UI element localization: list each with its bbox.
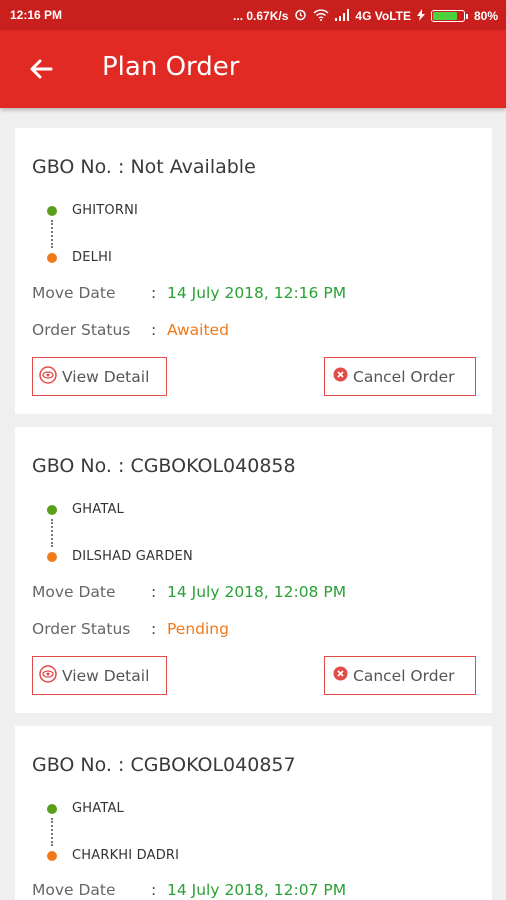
signal-icon	[335, 8, 350, 24]
cancel-order-button[interactable]: Cancel Order	[324, 656, 476, 695]
network-type: 4G VoLTE	[355, 9, 411, 23]
page-title: Plan Order	[102, 52, 240, 82]
battery-icon	[430, 10, 468, 22]
view-detail-button[interactable]: View Detail	[32, 357, 167, 396]
status-time: 12:16 PM	[10, 8, 63, 22]
cancel-order-label: Cancel Order	[353, 666, 455, 685]
charging-icon	[416, 8, 425, 24]
origin-dot	[47, 206, 57, 216]
destination-dot	[47, 851, 57, 861]
order-status-label: Order Status	[32, 321, 131, 339]
status-bar: 12:16 PM ... 0.67K/s 4G VoLTE 80%	[0, 0, 506, 30]
alarm-icon	[294, 8, 307, 24]
move-date-label: Move Date	[32, 881, 116, 899]
battery-percent: 80%	[473, 9, 498, 23]
order-card: GBO No. : CGBOKOL040857 GHATAL CHARKHI D…	[15, 726, 492, 900]
origin-dot	[47, 804, 57, 814]
origin-location: GHITORNI	[72, 203, 139, 218]
arrow-left-icon[interactable]	[24, 52, 58, 86]
gbo-number: GBO No. : CGBOKOL040858	[32, 455, 296, 477]
route-connector	[51, 818, 53, 846]
origin-dot	[47, 505, 57, 515]
network-speed: ... 0.67K/s	[233, 9, 289, 23]
colon: :	[151, 321, 157, 339]
app-bar: Plan Order	[0, 30, 506, 108]
destination-dot	[47, 253, 57, 263]
order-card: GBO No. : CGBOKOL040858 GHATAL DILSHAD G…	[15, 427, 492, 713]
route-connector	[51, 519, 53, 547]
move-date-label: Move Date	[32, 284, 116, 302]
order-card: GBO No. : Not Available GHITORNI DELHI M…	[15, 128, 492, 414]
eye-icon	[39, 664, 57, 687]
order-status-value: Awaited	[167, 321, 229, 339]
move-date-value: 14 July 2018, 12:16 PM	[167, 284, 347, 302]
colon: :	[151, 620, 157, 638]
colon: :	[151, 583, 157, 601]
move-date-value: 14 July 2018, 12:07 PM	[167, 881, 347, 899]
origin-location: GHATAL	[72, 502, 125, 517]
destination-dot	[47, 552, 57, 562]
order-status-label: Order Status	[32, 620, 131, 638]
destination-location: DELHI	[72, 250, 113, 265]
cancel-order-label: Cancel Order	[353, 367, 455, 386]
move-date-label: Move Date	[32, 583, 116, 601]
origin-location: GHATAL	[72, 801, 125, 816]
view-detail-label: View Detail	[62, 367, 150, 386]
order-status-value: Pending	[167, 620, 229, 638]
colon: :	[151, 284, 157, 302]
cancel-icon	[333, 666, 348, 685]
destination-location: CHARKHI DADRI	[72, 848, 180, 863]
wifi-icon	[313, 8, 329, 24]
destination-location: DILSHAD GARDEN	[72, 549, 193, 564]
gbo-number: GBO No. : CGBOKOL040857	[32, 754, 296, 776]
cancel-order-button[interactable]: Cancel Order	[324, 357, 476, 396]
cancel-icon	[333, 367, 348, 386]
view-detail-label: View Detail	[62, 666, 150, 685]
status-indicators: ... 0.67K/s 4G VoLTE 80%	[233, 8, 498, 24]
gbo-number: GBO No. : Not Available	[32, 156, 256, 178]
view-detail-button[interactable]: View Detail	[32, 656, 167, 695]
eye-icon	[39, 365, 57, 388]
colon: :	[151, 881, 157, 899]
move-date-value: 14 July 2018, 12:08 PM	[167, 583, 347, 601]
route-connector	[51, 220, 53, 248]
